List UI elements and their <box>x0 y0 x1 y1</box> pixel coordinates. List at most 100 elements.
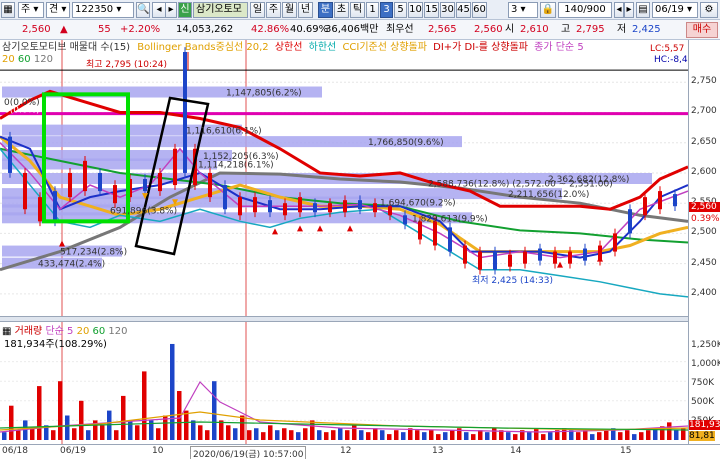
period-button-6[interactable]: 틱 <box>350 2 365 18</box>
price-tick-label: 2,700 <box>691 106 717 117</box>
minute-button-1[interactable]: 1 <box>366 2 379 18</box>
signal-marker <box>347 225 353 232</box>
volume-title: 거래량 <box>14 326 43 337</box>
volume-bar <box>597 432 602 440</box>
lock-icon[interactable]: 🔒 <box>540 2 556 18</box>
interval-select[interactable]: 3 ▾ <box>508 2 538 18</box>
time-tick-label: 06/19 <box>60 446 86 456</box>
candle-body <box>403 215 407 225</box>
minute-button-15[interactable]: 15 <box>424 2 439 18</box>
next-icon[interactable]: ▸ <box>165 2 177 18</box>
lower-band-legend: 하한선 <box>308 42 337 53</box>
market-select[interactable]: 주 ▾ <box>18 2 44 18</box>
candle-body <box>313 203 317 213</box>
minute-button-45[interactable]: 45 <box>456 2 471 18</box>
volume-tick-label: 1,000K <box>691 359 720 369</box>
scroll-left-icon[interactable]: ◂ <box>614 2 624 18</box>
high-annotation: 최고 2,795 (10:24) <box>86 59 167 70</box>
candle-body <box>463 245 467 264</box>
volume-profile-label: 691,896(3.8%) <box>110 206 177 216</box>
volume-bar <box>632 434 637 440</box>
volume-bar <box>639 432 644 440</box>
volume-tick-label: 750K <box>691 378 715 388</box>
period-button-2[interactable]: 월 <box>282 2 297 18</box>
volume-bar <box>625 430 630 440</box>
up-arrow-icon: ▲ <box>60 24 68 35</box>
volume-bar <box>128 420 133 440</box>
low-price: 2,425 <box>632 24 661 35</box>
volume-bar <box>100 425 105 440</box>
time-tick-label: 15 <box>620 446 632 456</box>
candle-body <box>38 197 42 222</box>
date-field[interactable]: 06/19 ▾ <box>652 2 698 18</box>
volume-bar <box>338 428 343 440</box>
minute-button-3[interactable]: 3 <box>380 2 393 18</box>
time-tick-label: 14 <box>510 446 522 456</box>
candle-body <box>328 203 332 213</box>
volume-bar <box>37 386 42 440</box>
settings-icon[interactable]: ⚙ <box>700 2 718 18</box>
volume-bar <box>135 425 140 440</box>
price-chart[interactable]: 1,147,805(6.2%) 1,116,610(6.1%) 1,766,850(… <box>0 40 689 316</box>
bollinger-legend: Bollinger Bands중심선 20,2 <box>137 42 269 53</box>
volume-bar <box>422 432 427 440</box>
candle-body <box>68 172 72 198</box>
volume-bar <box>58 381 63 440</box>
period-button-3[interactable]: 년 <box>298 2 313 18</box>
current-price: 2,560 <box>22 24 51 35</box>
volume-profile-label: 1,116,610(6.1%) <box>186 127 262 137</box>
volume-bar <box>429 430 434 440</box>
period-button-1[interactable]: 주 <box>266 2 281 18</box>
candle-body <box>493 251 497 270</box>
price-axis[interactable]: 2,7502,7002,6502,6002,5502,5002,4502,400… <box>688 40 720 444</box>
volume-bar <box>268 425 273 440</box>
candle-body <box>238 197 242 216</box>
minute-button-5[interactable]: 5 <box>394 2 407 18</box>
volume-bar <box>282 428 287 440</box>
volume-bar <box>303 428 308 440</box>
volume-chart[interactable]: ▦ 거래량 단순 5 20 60 120 181,934주(108.29%) <box>0 322 689 444</box>
volume-bar <box>548 432 553 440</box>
view-select[interactable]: 견 ▾ <box>46 2 70 18</box>
chart-title: 삼기오토모티브 매물대 수(15) <box>2 42 131 53</box>
candle-body <box>83 160 87 192</box>
prev-icon[interactable]: ◂ <box>152 2 166 18</box>
menu-grid-icon[interactable]: ▦ <box>1 2 15 18</box>
period-button-5[interactable]: 초 <box>334 2 349 18</box>
volume-bar <box>184 410 189 440</box>
minute-button-10[interactable]: 10 <box>408 2 423 18</box>
minute-button-30[interactable]: 30 <box>440 2 455 18</box>
minute-button-60[interactable]: 60 <box>472 2 487 18</box>
volume-bar <box>51 430 56 440</box>
volume-bar <box>352 425 357 440</box>
calendar-icon[interactable]: ▤ <box>636 2 650 18</box>
buy-button[interactable]: 매수 <box>686 22 718 38</box>
period-button-0[interactable]: 일 <box>250 2 265 18</box>
volume-bar <box>261 432 266 440</box>
candle-body <box>568 251 572 264</box>
volume-profile-label: 1,766,850(9.6%) <box>368 138 444 148</box>
price-tick-label: 2,450 <box>691 257 717 268</box>
volume-ma5-legend: 단순 5 <box>45 326 74 337</box>
volume-ma120-legend: 120 <box>108 326 128 337</box>
volume-bar <box>527 432 532 440</box>
candle-body <box>113 185 117 204</box>
candle-body <box>158 172 162 192</box>
volume-profile-label: 1,114,218(6.1%) <box>198 160 274 170</box>
volume-profile-label: 433,474(2.4%) <box>38 260 105 270</box>
volume-bar <box>275 430 280 440</box>
candle-body <box>373 203 377 213</box>
period-button-4[interactable]: 분 <box>318 2 333 18</box>
code-input[interactable]: 122350 ▾ <box>72 2 134 18</box>
candle-body <box>628 209 632 234</box>
volume-bar <box>562 428 567 440</box>
search-icon[interactable]: 🔍 <box>136 2 150 18</box>
candle-body <box>53 191 57 222</box>
count-field[interactable]: 140/900 <box>558 2 612 18</box>
volume-bar <box>324 432 329 440</box>
candle-body <box>613 233 617 252</box>
amount-value: 36,406백만 <box>325 24 379 35</box>
price-tick-label: 2,400 <box>691 287 717 298</box>
scroll-right-icon[interactable]: ▸ <box>624 2 634 18</box>
hc-label: HC:-8,4 <box>654 55 688 65</box>
